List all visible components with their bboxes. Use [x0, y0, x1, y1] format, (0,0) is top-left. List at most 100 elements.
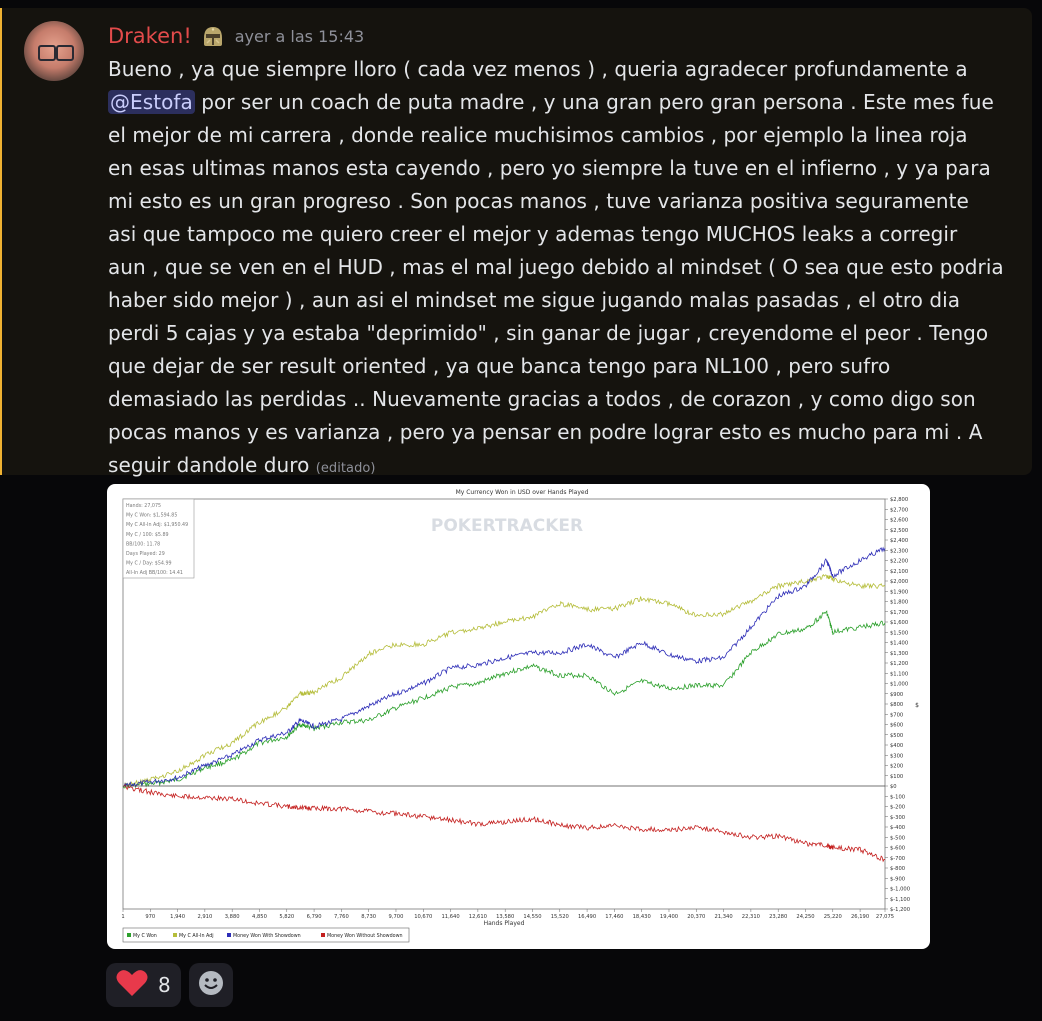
y-tick-label: $1,100 [890, 671, 908, 677]
y-tick-label: $1,800 [890, 600, 908, 606]
legend-label: My C All-In Adj [179, 933, 214, 939]
y-tick-label: $900 [890, 692, 903, 698]
stats-line: Days Played: 29 [126, 551, 165, 557]
x-tick-label: 10,670 [414, 914, 432, 920]
x-tick-label: 25,220 [824, 914, 842, 920]
x-tick-label: 23,280 [769, 914, 787, 920]
x-tick-label: 27,075 [876, 914, 894, 920]
x-tick-label: 24,250 [796, 914, 814, 920]
series-line [122, 610, 886, 789]
y-tick-label: $-1,200 [890, 907, 910, 913]
legend-swatch [321, 933, 325, 937]
add-reaction-button[interactable] [188, 963, 233, 1007]
y-tick-label: $2,300 [890, 548, 908, 554]
x-tick-label: 15,520 [551, 914, 569, 920]
legend-swatch [227, 933, 231, 937]
stats-line: My C / Day: $54.99 [126, 561, 172, 567]
message-header: Draken! ayer a las 15:43 [108, 20, 364, 52]
message-body: Bueno , ya que siempre lloro ( cada vez … [108, 53, 1008, 485]
y-tick-label: $-100 [890, 794, 905, 800]
chart-watermark: POKERTRACKER [431, 516, 583, 536]
y-tick-label: $2,500 [890, 528, 908, 534]
y-tick-label: $1,900 [890, 589, 908, 595]
x-tick-label: 26,190 [851, 914, 869, 920]
stats-line: Hands: 27,075 [126, 503, 161, 509]
y-tick-label: $600 [890, 723, 903, 729]
x-tick-label: 21,340 [715, 914, 733, 920]
x-tick-label: 8,730 [361, 914, 376, 920]
x-axis-label: Hands Played [484, 920, 525, 927]
avatar-glasses-right [56, 45, 74, 61]
y-tick-label: $-400 [890, 825, 905, 831]
avatar[interactable] [24, 21, 84, 81]
y-tick-label: $-700 [890, 856, 905, 862]
y-axis-label: $ [915, 702, 919, 709]
username[interactable]: Draken! [108, 24, 192, 48]
legend-label: Money Won With Showdown [233, 933, 301, 939]
x-tick-label: 2,910 [197, 914, 212, 920]
stats-line: BB/100: 11.78 [126, 541, 160, 547]
y-tick-label: $2,800 [890, 497, 908, 503]
x-tick-label: 18,430 [633, 914, 651, 920]
y-tick-label: $1,400 [890, 641, 908, 647]
message-container: Draken! ayer a las 15:43 Bueno , ya que … [0, 8, 1032, 477]
reaction-heart[interactable]: 8 [106, 963, 181, 1007]
y-tick-label: $500 [890, 733, 903, 739]
heart-icon [116, 969, 148, 1001]
y-tick-label: $2,600 [890, 518, 908, 524]
x-tick-label: 7,760 [334, 914, 349, 920]
message-timestamp: ayer a las 15:43 [234, 26, 365, 46]
avatar-glasses-left [38, 45, 56, 61]
y-tick-label: $-900 [890, 876, 905, 882]
x-tick-label: 6,790 [307, 914, 322, 920]
y-tick-label: $1,700 [890, 610, 908, 616]
legend-swatch [127, 933, 131, 937]
x-tick-label: 19,400 [660, 914, 678, 920]
y-tick-label: $800 [890, 702, 903, 708]
chart-attachment[interactable]: My Currency Won in USD over Hands Played… [107, 484, 930, 949]
x-tick-label: 22,310 [742, 914, 760, 920]
x-tick-label: 1 [121, 914, 124, 920]
legend-swatch [173, 933, 177, 937]
message-text-end: por ser un coach de puta madre , y una g… [108, 90, 1004, 477]
y-tick-label: $1,600 [890, 620, 908, 626]
reactions-bar: 8 [106, 963, 233, 1007]
y-tick-label: $400 [890, 743, 903, 749]
helmet-icon [201, 24, 225, 48]
y-tick-label: $700 [890, 712, 903, 718]
series-line [122, 784, 886, 863]
x-tick-label: 970 [145, 914, 155, 920]
y-tick-label: $-800 [890, 866, 905, 872]
stats-line: My C / 100: $5.89 [126, 532, 169, 538]
stats-line: My C All-In Adj: $1,950.49 [126, 522, 188, 528]
x-tick-label: 3,880 [225, 914, 240, 920]
y-tick-label: $0 [890, 784, 897, 790]
y-tick-label: $-1,000 [890, 887, 910, 893]
y-tick-label: $-300 [890, 815, 905, 821]
user-mention[interactable]: @Estofa [108, 90, 195, 114]
y-tick-label: $2,400 [890, 538, 908, 544]
y-tick-label: $2,200 [890, 559, 908, 565]
y-tick-label: $100 [890, 774, 903, 780]
edited-label: (editado) [315, 461, 376, 476]
smiley-icon [198, 970, 224, 1000]
y-tick-label: $-200 [890, 805, 905, 811]
y-tick-label: $2,100 [890, 569, 908, 575]
series-line [122, 546, 886, 788]
y-tick-label: $1,500 [890, 630, 908, 636]
y-tick-label: $300 [890, 753, 903, 759]
y-tick-label: $1,300 [890, 651, 908, 657]
x-tick-label: 5,820 [279, 914, 294, 920]
y-tick-label: $1,000 [890, 682, 908, 688]
reaction-count: 8 [158, 973, 171, 997]
legend-label: My C Won [133, 933, 157, 939]
message-text-start: Bueno , ya que siempre lloro ( cada vez … [108, 57, 968, 81]
x-tick-label: 4,850 [252, 914, 267, 920]
y-tick-label: $2,700 [890, 507, 908, 513]
x-tick-label: 16,490 [578, 914, 596, 920]
y-tick-label: $-1,100 [890, 897, 910, 903]
y-tick-label: $-500 [890, 835, 905, 841]
x-tick-label: 14,550 [523, 914, 541, 920]
stats-line: My C Won: $1,594.85 [126, 513, 177, 519]
x-tick-label: 11,640 [442, 914, 460, 920]
